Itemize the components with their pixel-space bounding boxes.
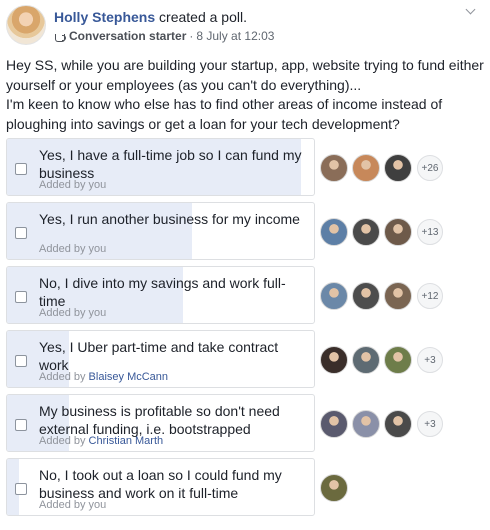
voter-avatar[interactable] [320, 218, 348, 246]
voter-avatar[interactable] [320, 410, 348, 438]
added-by-name: you [88, 243, 107, 255]
author-action: created a poll. [159, 9, 247, 25]
option-added-by: Added by you [39, 179, 106, 191]
voter-avatar[interactable] [320, 154, 348, 182]
chevron-down-icon[interactable] [466, 6, 476, 16]
more-voters-count[interactable]: +3 [417, 347, 443, 373]
added-by-name: you [88, 179, 107, 191]
added-by-prefix: Added by [39, 243, 89, 255]
added-by-prefix: Added by [39, 499, 89, 511]
author-name[interactable]: Holly Stephens [54, 9, 155, 25]
voter-avatars: +26 [320, 154, 443, 182]
added-by-name: you [88, 307, 107, 319]
added-by-name[interactable]: Christian Marth [89, 435, 164, 447]
voter-avatar[interactable] [352, 410, 380, 438]
option-added-by: Added by Christian Marth [39, 435, 163, 447]
poll-option: My business is profitable so don't need … [6, 394, 484, 454]
added-by-prefix: Added by [39, 435, 89, 447]
voter-avatar[interactable] [384, 410, 412, 438]
voter-avatar[interactable] [352, 282, 380, 310]
post-timestamp[interactable]: 8 July at 12:03 [196, 29, 274, 43]
voter-avatar[interactable] [384, 346, 412, 374]
voter-avatars [320, 474, 352, 502]
option-added-by: Added by you [39, 243, 106, 255]
option-checkbox[interactable] [15, 355, 27, 367]
poll-option-box[interactable]: No, I dive into my savings and work full… [6, 266, 315, 324]
post-body-line-2: I'm keen to know who else has to find ot… [6, 96, 443, 132]
author-line: Holly Stephens created a poll. [54, 9, 247, 25]
option-label: Yes, I Uber part-time and take contract … [39, 339, 279, 373]
poll-option-box[interactable]: Yes, I run another business for my incom… [6, 202, 315, 260]
voter-avatar[interactable] [352, 346, 380, 374]
post-meta: Conversation starter · 8 July at 12:03 [54, 29, 274, 43]
option-checkbox[interactable] [15, 483, 27, 495]
option-label: My business is profitable so don't need … [39, 403, 280, 437]
poll-option-box[interactable]: Yes, I have a full-time job so I can fun… [6, 138, 315, 196]
option-added-by: Added by you [39, 499, 106, 511]
option-added-by: Added by you [39, 307, 106, 319]
poll-option-box[interactable]: Yes, I Uber part-time and take contract … [6, 330, 315, 388]
voter-avatars: +3 [320, 346, 443, 374]
option-checkbox[interactable] [15, 419, 27, 431]
voter-avatar[interactable] [352, 154, 380, 182]
post-header: Holly Stephens created a poll. Conversat… [0, 0, 490, 50]
option-label: Yes, I have a full-time job so I can fun… [39, 147, 302, 181]
voter-avatars: +12 [320, 282, 443, 310]
coffee-icon [54, 30, 66, 42]
post-body: Hey SS, while you are building your star… [6, 56, 484, 134]
added-by-prefix: Added by [39, 179, 89, 191]
voter-avatar[interactable] [384, 282, 412, 310]
post-body-line-1: Hey SS, while you are building your star… [6, 57, 484, 93]
voter-avatars: +3 [320, 410, 443, 438]
added-by-name: you [88, 499, 107, 511]
option-label: Yes, I run another business for my incom… [39, 211, 300, 227]
poll-option-box[interactable]: My business is profitable so don't need … [6, 394, 315, 452]
voter-avatars: +13 [320, 218, 443, 246]
more-voters-count[interactable]: +13 [417, 219, 443, 245]
option-added-by: Added by Blaisey McCann [39, 371, 168, 383]
option-checkbox[interactable] [15, 291, 27, 303]
poll-option: Yes, I have a full-time job so I can fun… [6, 138, 484, 198]
added-by-prefix: Added by [39, 307, 89, 319]
option-checkbox[interactable] [15, 163, 27, 175]
voter-avatar[interactable] [352, 218, 380, 246]
option-label: No, I took out a loan so I could fund my… [39, 467, 282, 501]
avatar[interactable] [6, 5, 46, 45]
option-checkbox[interactable] [15, 227, 27, 239]
more-voters-count[interactable]: +3 [417, 411, 443, 437]
poll-option: No, I dive into my savings and work full… [6, 266, 484, 326]
added-by-name[interactable]: Blaisey McCann [89, 371, 168, 383]
poll-option: No, I took out a loan so I could fund my… [6, 458, 484, 518]
poll-option: Yes, I Uber part-time and take contract … [6, 330, 484, 390]
added-by-prefix: Added by [39, 371, 89, 383]
voter-avatar[interactable] [320, 282, 348, 310]
voter-avatar[interactable] [384, 218, 412, 246]
meta-separator: · [189, 29, 194, 43]
voter-avatar[interactable] [320, 474, 348, 502]
voter-avatar[interactable] [320, 346, 348, 374]
voter-avatar[interactable] [384, 154, 412, 182]
more-voters-count[interactable]: +12 [417, 283, 443, 309]
conversation-starter-badge[interactable]: Conversation starter [69, 29, 186, 43]
more-voters-count[interactable]: +26 [417, 155, 443, 181]
option-label: No, I dive into my savings and work full… [39, 275, 286, 309]
poll-option: Yes, I run another business for my incom… [6, 202, 484, 262]
poll-option-box[interactable]: No, I took out a loan so I could fund my… [6, 458, 315, 516]
